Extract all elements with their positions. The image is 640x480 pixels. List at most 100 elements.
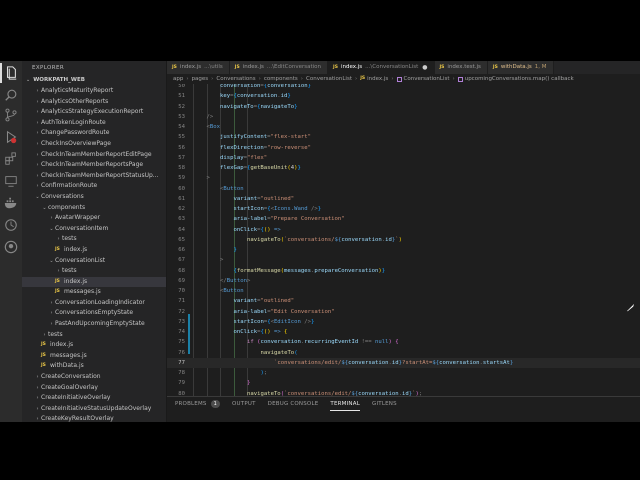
code-line[interactable]: 71 variant="outlined" xyxy=(167,296,640,306)
code-text: navigateTo={navigateTo} xyxy=(220,103,298,110)
code-line[interactable]: 52 navigateTo={navigateTo} xyxy=(167,102,640,112)
breadcrumb-item[interactable]: index.js xyxy=(367,74,388,84)
breadcrumb-item[interactable]: Conversations xyxy=(216,74,255,84)
code-text: onClick={() => { xyxy=(233,329,288,335)
code-line[interactable]: 61 variant="outlined" xyxy=(167,194,640,204)
code-line[interactable]: 53 /> xyxy=(167,112,640,122)
extensions-icon[interactable] xyxy=(3,151,19,167)
code-line[interactable]: 67 > xyxy=(167,255,640,265)
folder-item[interactable]: › ConversationsEmptyState xyxy=(22,308,166,319)
folder-item[interactable]: › CheckInTeamMemberReportsPage xyxy=(22,160,166,171)
remote-explorer-icon[interactable] xyxy=(3,173,19,189)
breadcrumb-item[interactable]: components xyxy=(264,74,298,84)
code-line[interactable]: 68 {formatMessage(messages.prepareConvers… xyxy=(167,266,640,276)
folder-item[interactable]: › tests xyxy=(22,330,166,341)
search-icon[interactable] xyxy=(3,87,19,103)
breadcrumb-item[interactable]: ConversationList xyxy=(306,74,352,84)
panel-tab-label: OUTPUT xyxy=(232,401,256,407)
file-item[interactable]: JS index.js xyxy=(22,340,166,351)
panel-tab-debug-console[interactable]: DEBUG CONSOLE xyxy=(268,397,319,411)
folder-item[interactable]: › PastAndUpcomingEmptyState xyxy=(22,319,166,330)
code-line[interactable]: 75 if (conversation.recurringEventId !== … xyxy=(167,337,640,347)
files-icon[interactable] xyxy=(0,63,19,83)
folder-item[interactable]: › AnalyticsMaturityReport xyxy=(22,86,166,97)
breadcrumb-item[interactable]: ConversationList xyxy=(404,74,450,84)
tree-item-label: CheckInTeamMemberReportsPage xyxy=(41,161,144,169)
project-title[interactable]: ⌄ WORKPATH_WEB xyxy=(22,75,166,86)
editor-tab[interactable]: JS index.js ...\utils xyxy=(167,61,230,74)
code-line[interactable]: 57 display="flex" xyxy=(167,153,640,163)
folder-item[interactable]: › AnalyticsStrategyExecutionReport xyxy=(22,107,166,118)
docker-icon[interactable] xyxy=(3,195,19,211)
folder-item[interactable]: › tests xyxy=(22,266,166,277)
folder-item[interactable]: › CheckInsOverviewPage xyxy=(22,139,166,150)
chevron-right-icon: › xyxy=(36,130,39,137)
code-line[interactable]: 59 > xyxy=(167,173,640,183)
editor-tab[interactable]: JS index.js ...\EditConversation xyxy=(229,61,329,74)
code-line[interactable]: 79} xyxy=(167,378,640,388)
panel-tab-gitlens[interactable]: GITLENS xyxy=(372,397,397,411)
run-debug-icon[interactable] xyxy=(3,129,19,145)
code-editor[interactable]: 50 conversation={conversation} 51 key={conv… xyxy=(167,84,640,396)
code-line[interactable]: 69 </Button> xyxy=(167,276,640,286)
code-line[interactable]: 73 startIcon={<EditIcon />} xyxy=(167,317,640,327)
folder-item[interactable]: › CreateGoalOverlay xyxy=(22,383,166,394)
folder-item[interactable]: › CreateInitiativeStatusUpdateOverlay xyxy=(22,404,166,415)
code-line[interactable]: 54 <Box xyxy=(167,122,640,132)
file-item[interactable]: JS messages.js xyxy=(22,351,166,362)
folder-item[interactable]: › CreateConversation xyxy=(22,372,166,383)
code-line[interactable]: 64 onClick={() => xyxy=(167,225,640,235)
panel-tab-problems[interactable]: PROBLEMS 1 xyxy=(175,397,221,411)
code-line[interactable]: 66} xyxy=(167,245,640,255)
file-item[interactable]: JS index.js xyxy=(22,245,166,256)
code-line[interactable]: 74 onClick={() => { xyxy=(167,327,640,337)
code-line[interactable]: 72 aria-label="Edit Conversation" xyxy=(167,307,640,317)
code-line[interactable]: 62 startIcon={<Icons.Wand />} xyxy=(167,204,640,214)
folder-item[interactable]: ⌄ ConversationList xyxy=(22,256,166,267)
folder-item[interactable]: › CreateKeyResultOverlay xyxy=(22,414,166,422)
code-line[interactable]: 56 flexDirection="row-reverse" xyxy=(167,143,640,153)
code-line[interactable]: 70 <Button xyxy=(167,286,640,296)
folder-item[interactable]: › CheckInTeamMemberReportStatusUp... xyxy=(22,171,166,182)
code-line[interactable]: 77 `conversations/edit/${conversation.id}… xyxy=(167,357,640,368)
file-item[interactable]: JS index.js xyxy=(22,276,166,288)
code-line[interactable]: 65 navigateTo(`conversations/${conversati… xyxy=(167,235,640,245)
file-item[interactable]: JS withData.js xyxy=(22,361,166,372)
folder-item[interactable]: › tests xyxy=(22,234,166,245)
file-item[interactable]: JS messages.js xyxy=(22,287,166,298)
folder-item[interactable]: › CreateInitiativeOverlay xyxy=(22,393,166,404)
breadcrumb-item[interactable]: upcomingConversations.map() callback xyxy=(465,74,574,84)
timeline-icon[interactable] xyxy=(3,217,19,233)
unsaved-dot-icon[interactable]: ● xyxy=(422,61,427,74)
code-line[interactable]: 50 conversation={conversation} xyxy=(167,84,640,91)
editor-tab[interactable]: JS index.js ...\ConversationList ● xyxy=(328,61,435,74)
code-line[interactable]: 80 navigateTo(`conversations/edit/${conve… xyxy=(167,389,640,397)
code-line[interactable]: 55 justifyContent="flex-start" xyxy=(167,132,640,142)
code-line[interactable]: 60 <Button xyxy=(167,184,640,194)
code-line[interactable]: 76 navigateTo( xyxy=(167,348,640,358)
editor-tab[interactable]: JS withData.js 1, M xyxy=(487,61,554,74)
chevron-right-icon: › xyxy=(36,172,39,179)
folder-item[interactable]: ⌄ components xyxy=(22,203,166,214)
folder-item[interactable]: › ConfirmationRoute xyxy=(22,181,166,192)
panel-tab-output[interactable]: OUTPUT xyxy=(232,397,256,411)
folder-item[interactable]: › CheckInTeamMemberReportEditPage xyxy=(22,150,166,161)
folder-item[interactable]: ⌄ Conversations xyxy=(22,192,166,203)
source-control-icon[interactable] xyxy=(3,107,19,123)
code-line[interactable]: 58 flexGap={getBaseUnit(4)} xyxy=(167,163,640,173)
folder-item[interactable]: › ChangePasswordRoute xyxy=(22,128,166,139)
folder-item[interactable]: › AnalyticsOtherReports xyxy=(22,97,166,108)
breadcrumb-item[interactable]: pages xyxy=(192,74,209,84)
github-icon[interactable] xyxy=(3,239,19,255)
tree-item-label: CheckInsOverviewPage xyxy=(41,139,111,147)
code-line[interactable]: 63 aria-label="Prepare Conversation" xyxy=(167,214,640,224)
folder-item[interactable]: ⌄ ConversationItem xyxy=(22,224,166,235)
editor-tab[interactable]: JS index.test.js xyxy=(434,61,488,74)
folder-item[interactable]: › AvatarWrapper xyxy=(22,213,166,224)
code-line[interactable]: 78); xyxy=(167,368,640,378)
folder-item[interactable]: › ConversationLoadingIndicator xyxy=(22,298,166,309)
breadcrumb-item[interactable]: app xyxy=(173,74,183,84)
code-line[interactable]: 51 key={conversation.id} xyxy=(167,91,640,101)
panel-tab-terminal[interactable]: TERMINAL xyxy=(330,397,360,411)
folder-item[interactable]: › AuthTokenLoginRoute xyxy=(22,118,166,129)
